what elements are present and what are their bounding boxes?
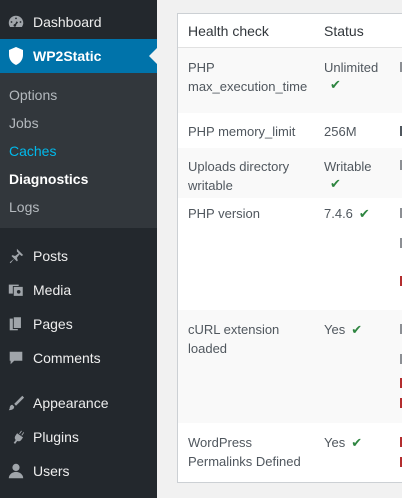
menu-label: Comments: [33, 350, 101, 366]
status-value: Unlimited: [324, 60, 379, 75]
menu-item-wp2static[interactable]: WP2Static: [0, 39, 157, 73]
health-check-name: PHP version: [188, 206, 261, 221]
dashboard-icon: [6, 12, 26, 32]
menu-item-comments[interactable]: Comments: [0, 341, 157, 375]
check-icon: ✔: [330, 176, 341, 191]
comment-icon: [6, 348, 26, 368]
health-check-name: PHP max_execution_time: [188, 60, 308, 94]
paintbrush-icon: [6, 393, 26, 413]
status-value: Yes ✔: [324, 435, 363, 450]
table-row: Uploads directory writable Writable ✔: [178, 148, 402, 198]
menu-item-pages[interactable]: Pages: [0, 307, 157, 341]
main-content: Health check Status PHP max_execution_ti…: [157, 0, 402, 498]
health-check-name: Uploads directory writable: [188, 159, 290, 193]
column-header-health-check: Health check: [188, 23, 269, 39]
check-icon: ✔: [330, 77, 341, 92]
check-icon: ✔: [358, 206, 370, 221]
menu-item-posts[interactable]: Posts: [0, 239, 157, 273]
check-icon: ✔: [351, 435, 363, 450]
submenu-item-diagnostics[interactable]: Diagnostics: [9, 171, 88, 187]
table-row: PHP version 7.4.6 ✔: [178, 198, 402, 310]
status-value: 256M: [324, 124, 357, 139]
column-header-status: Status: [324, 23, 364, 39]
menu-item-media[interactable]: Media: [0, 273, 157, 307]
menu-label: Appearance: [33, 395, 109, 411]
wp2static-submenu: Options Jobs Caches Diagnostics Logs: [0, 73, 157, 228]
health-check-name: WordPress Permalinks Defined: [188, 435, 301, 469]
status-value: Yes ✔: [324, 322, 363, 337]
submenu-item-jobs[interactable]: Jobs: [9, 115, 39, 131]
status-value: Writable: [324, 159, 372, 174]
menu-label: Media: [33, 282, 72, 298]
menu-label: Plugins: [33, 429, 79, 445]
menu-item-plugins[interactable]: Plugins: [0, 420, 157, 454]
health-check-name: PHP memory_limit: [188, 124, 296, 139]
health-check-table: Health check Status PHP max_execution_ti…: [177, 13, 402, 483]
status-value: 7.4.6 ✔: [324, 206, 370, 221]
plugin-icon: [6, 427, 26, 447]
table-row: PHP memory_limit 256M: [178, 113, 402, 148]
menu-label: WP2Static: [33, 48, 102, 64]
media-icon: [6, 280, 26, 300]
menu-item-dashboard[interactable]: Dashboard: [0, 5, 157, 39]
table-row: WordPress Permalinks Defined Yes ✔: [178, 423, 402, 482]
pushpin-icon: [6, 246, 26, 266]
check-icon: ✔: [351, 322, 363, 337]
menu-item-users[interactable]: Users: [0, 454, 157, 488]
user-icon: [6, 461, 26, 481]
menu-item-appearance[interactable]: Appearance: [0, 386, 157, 420]
menu-label: Posts: [33, 248, 69, 264]
table-row: PHP max_execution_time Unlimited ✔: [178, 48, 402, 113]
current-menu-arrow: [149, 48, 157, 64]
submenu-item-logs[interactable]: Logs: [9, 199, 39, 215]
submenu-item-options[interactable]: Options: [9, 87, 57, 103]
health-check-name: cURL extension loaded: [188, 322, 280, 356]
pages-icon: [6, 314, 26, 334]
menu-label: Dashboard: [33, 14, 102, 30]
admin-sidebar: Dashboard WP2Static Options Jobs Caches …: [0, 0, 157, 498]
menu-label: Pages: [33, 316, 73, 332]
menu-label: Users: [33, 463, 70, 479]
shield-icon: [6, 46, 26, 66]
table-row: cURL extension loaded Yes ✔: [178, 310, 402, 423]
submenu-item-caches[interactable]: Caches: [9, 143, 56, 159]
